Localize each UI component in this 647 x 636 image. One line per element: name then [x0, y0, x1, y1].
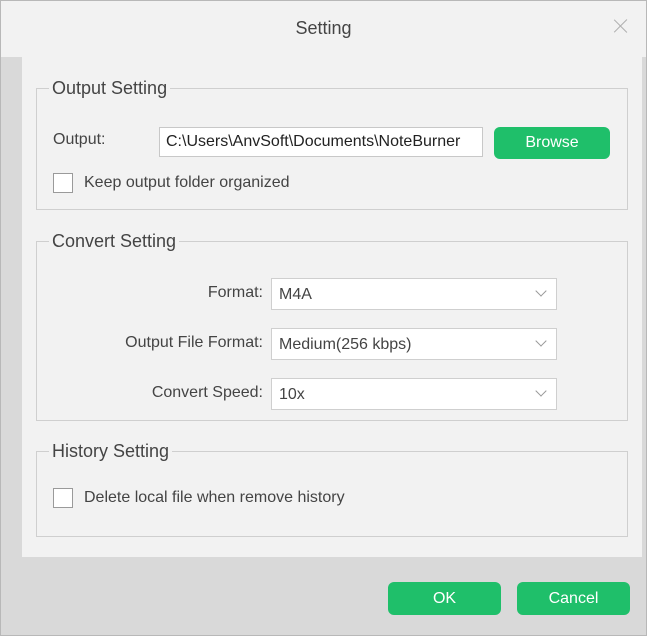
output-setting-group: Output Setting Output: Browse Keep outpu…	[36, 77, 628, 210]
browse-button[interactable]: Browse	[494, 127, 610, 159]
chevron-down-icon	[534, 336, 548, 350]
history-setting-group: History Setting Delete local file when r…	[36, 440, 628, 537]
convert-speed-select[interactable]: 10x	[271, 378, 557, 410]
output-path-input[interactable]	[159, 127, 483, 157]
ok-button[interactable]: OK	[388, 582, 501, 615]
convert-speed-label: Convert Speed:	[151, 384, 263, 401]
keep-organized-label: Keep output folder organized	[84, 174, 290, 191]
keep-organized-checkbox[interactable]	[53, 173, 73, 193]
chevron-down-icon	[534, 386, 548, 400]
close-icon[interactable]	[610, 15, 632, 37]
format-select[interactable]: M4A	[271, 278, 557, 310]
delete-local-file-label: Delete local file when remove history	[84, 489, 345, 506]
format-label: Format:	[207, 284, 263, 301]
output-setting-legend: Output Setting	[52, 78, 168, 98]
output-file-format-value: Medium(256 kbps)	[279, 336, 412, 353]
settings-dialog: Setting Output Setting Output: Browse Ke…	[0, 0, 647, 636]
output-label: Output:	[53, 131, 106, 148]
dialog-title: Setting	[295, 18, 352, 38]
settings-panel: Output Setting Output: Browse Keep outpu…	[22, 57, 642, 557]
history-setting-legend: History Setting	[52, 441, 170, 461]
delete-local-file-checkbox[interactable]	[53, 488, 73, 508]
output-file-format-label: Output File Format:	[125, 334, 263, 351]
chevron-down-icon	[534, 286, 548, 300]
title-bar: Setting	[1, 1, 646, 57]
convert-setting-legend: Convert Setting	[52, 231, 177, 251]
convert-setting-group: Convert Setting Format: M4A Output File …	[36, 230, 628, 421]
convert-speed-value: 10x	[279, 386, 305, 403]
cancel-button[interactable]: Cancel	[517, 582, 630, 615]
output-file-format-select[interactable]: Medium(256 kbps)	[271, 328, 557, 360]
format-value: M4A	[279, 286, 312, 303]
